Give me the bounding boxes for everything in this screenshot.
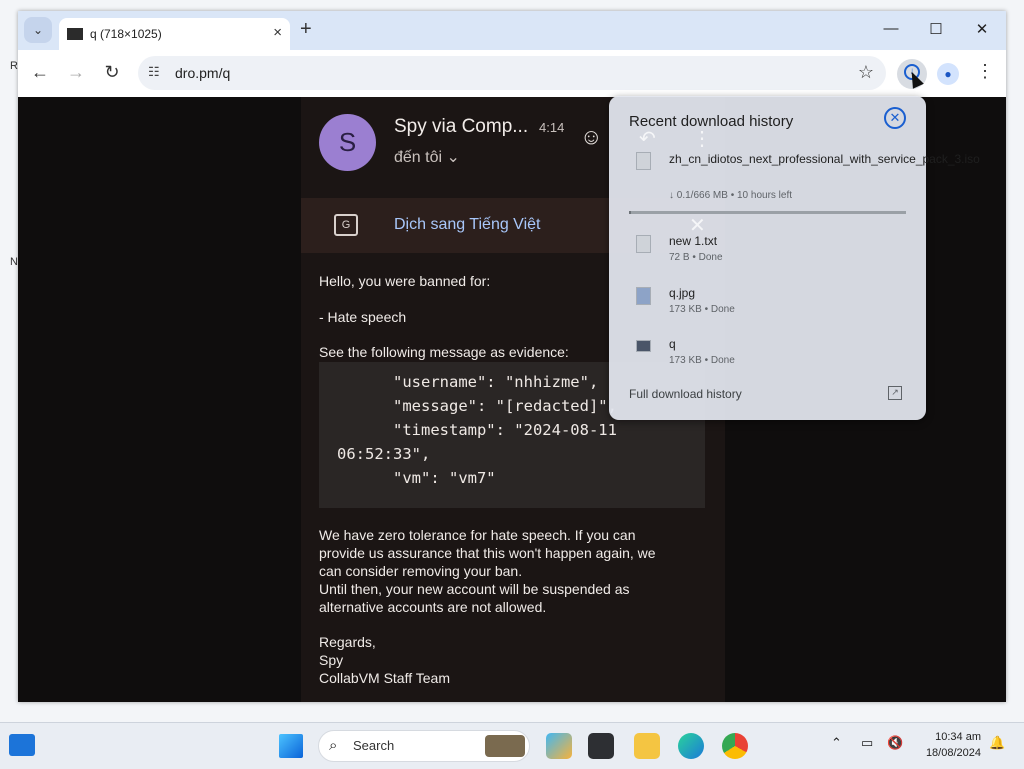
download-progress-fill (629, 211, 631, 214)
policy-line: provide us assurance that this won't hap… (319, 545, 656, 561)
translate-icon: G (334, 214, 358, 236)
code-line: 06:52:33", (337, 445, 431, 463)
close-icon[interactable]: ✕ (884, 107, 906, 129)
tab-favicon-icon (67, 28, 83, 40)
taskbar: ⌕ Search ⌃ ▭ 🔇 10:34 am 18/08/2024 🔔 (0, 722, 1024, 769)
more-vert-icon: ⋮ (692, 128, 712, 150)
chevron-up-icon[interactable]: ⌃ (831, 735, 842, 751)
search-icon: ⌕ (329, 737, 338, 754)
site-settings-icon[interactable]: ☷ (148, 64, 160, 80)
email-greeting: Hello, you were banned for: (319, 273, 491, 289)
address-bar[interactable]: ☷ dro.pm/q ☆ (138, 56, 886, 90)
file-explorer-icon[interactable] (634, 733, 660, 759)
tab-close-icon[interactable]: × (273, 24, 282, 41)
start-button[interactable] (279, 734, 303, 758)
edge-icon[interactable] (678, 733, 704, 759)
minimize-button[interactable]: — (876, 20, 906, 37)
code-line: "vm": "vm7" (337, 469, 496, 487)
signoff-line: CollabVM Staff Team (319, 670, 450, 686)
desktop-icon-label: N (10, 256, 18, 268)
download-name: q.jpg (669, 286, 696, 300)
sender-avatar[interactable]: S (319, 114, 376, 171)
back-button[interactable]: ← (28, 62, 52, 83)
url-text[interactable]: dro.pm/q (175, 65, 230, 81)
email-time: 4:14 (539, 120, 565, 135)
policy-line: can consider removing your ban. (319, 563, 523, 579)
recipient-toggle[interactable]: đến tôi ⌄ (394, 147, 460, 167)
download-name: zh_cn_idiotos_next_professional_with_ser… (669, 152, 980, 166)
copilot-icon[interactable] (546, 733, 572, 759)
download-meta: 173 KB • Done (669, 304, 735, 315)
download-progress-bar (629, 211, 906, 214)
desktop-icon-label: R (10, 60, 18, 72)
policy-line: We have zero tolerance for hate speech. … (319, 527, 636, 543)
download-name: new 1.txt (669, 234, 718, 248)
folder-icon (636, 340, 651, 352)
bookmark-star-icon[interactable]: ☆ (858, 62, 874, 83)
tab-active[interactable]: q (718×1025) × (59, 18, 290, 50)
signoff-line: Spy (319, 652, 344, 668)
email-evidence-intro: See the following message as evidence: (319, 344, 569, 360)
emoji-reaction-icon[interactable]: ☺ (580, 124, 602, 150)
search-highlight-image (485, 735, 525, 757)
chrome-icon[interactable] (722, 733, 748, 759)
download-meta: ↓ 0.1/666 MB • 10 hours left (669, 190, 793, 201)
tab-search-button[interactable]: ⌄ (24, 17, 52, 43)
image-file-icon (636, 287, 651, 305)
policy-line: alternative accounts are not allowed. (319, 599, 547, 615)
tab-strip: ⌄ q (718×1025) × + — ☐ ✕ (18, 11, 1006, 50)
display-icon[interactable]: ▭ (861, 735, 873, 751)
forward-button[interactable]: → (64, 62, 88, 83)
file-icon (636, 235, 651, 253)
download-name: q (669, 337, 676, 351)
maximize-button[interactable]: ☐ (921, 20, 951, 38)
tab-title: q (718×1025) (90, 27, 162, 41)
file-icon (636, 152, 651, 170)
policy-line: Until then, your new account will be sus… (319, 581, 630, 597)
widgets-icon[interactable] (9, 734, 35, 756)
download-meta: 173 KB • Done (669, 355, 735, 366)
translate-link[interactable]: Dịch sang Tiếng Việt (394, 216, 540, 234)
taskbar-search[interactable]: ⌕ Search (318, 730, 530, 762)
task-view-icon[interactable] (588, 733, 614, 759)
clock[interactable]: 10:34 am 18/08/2024 (919, 729, 981, 761)
sender-name[interactable]: Spy via Comp... (394, 116, 528, 138)
downloads-panel: Recent download history ✕ ↶ ⋮ ✕ zh_cn_id… (609, 96, 980, 420)
code-line: "timestamp": "2024-08-11 (337, 421, 617, 439)
signoff-line: Regards, (319, 634, 376, 650)
download-meta: 72 B • Done (669, 252, 723, 263)
reply-icon: ↶ (639, 128, 656, 150)
close-window-button[interactable]: ✕ (967, 20, 997, 38)
taskbar-search-label: Search (353, 738, 395, 753)
notification-bell-icon[interactable]: 🔔 (989, 735, 1005, 751)
open-in-new-icon[interactable]: ↗ (888, 386, 902, 400)
chrome-menu-icon[interactable]: ⋮ (976, 61, 994, 82)
clock-date: 18/08/2024 (925, 747, 981, 759)
toolbar: ← → ↻ ☷ dro.pm/q ☆ ↓ ● ⋮ (18, 50, 1006, 97)
full-download-history-link[interactable]: Full download history (629, 387, 742, 401)
new-tab-button[interactable]: + (300, 18, 312, 41)
email-reason: - Hate speech (319, 309, 407, 325)
profile-avatar-icon[interactable]: ● (937, 63, 959, 85)
reload-button[interactable]: ↻ (100, 62, 124, 83)
volume-muted-icon[interactable]: 🔇 (887, 735, 903, 751)
clock-time: 10:34 am (935, 731, 981, 743)
